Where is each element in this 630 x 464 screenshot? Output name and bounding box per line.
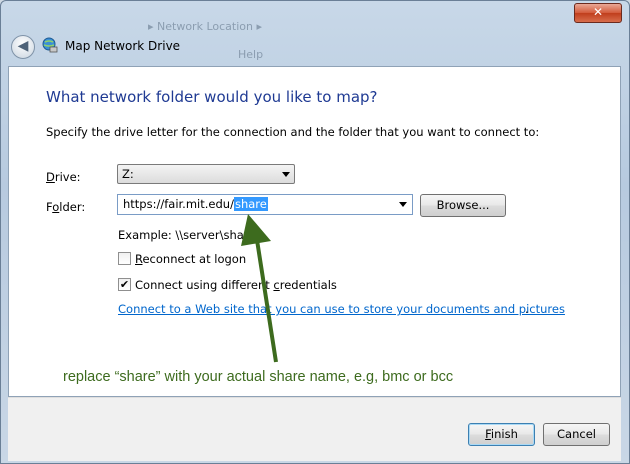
- drive-select[interactable]: Z:: [117, 164, 295, 184]
- content-panel: [8, 66, 621, 397]
- chevron-down-icon: [282, 172, 290, 177]
- close-icon: ✕: [592, 5, 604, 19]
- checkmark-icon: ✔: [119, 278, 130, 291]
- reconnect-label[interactable]: Reconnect at logon: [135, 252, 246, 266]
- annotation-text: replace “share” with your actual share n…: [63, 369, 454, 385]
- cancel-button[interactable]: Cancel: [543, 423, 610, 446]
- folder-label: Folder:: [46, 200, 86, 214]
- close-button[interactable]: ✕: [574, 3, 622, 23]
- back-arrow-icon: ◀: [17, 38, 29, 54]
- browse-button[interactable]: Browse...: [420, 194, 506, 217]
- reconnect-checkbox[interactable]: [118, 252, 131, 265]
- link-period: .: [525, 302, 529, 316]
- folder-input-value: https://fair.mit.edu/: [123, 197, 234, 211]
- folder-input[interactable]: https://fair.mit.edu/share: [117, 194, 413, 215]
- network-drive-icon: [42, 37, 58, 53]
- chevron-down-icon[interactable]: [399, 202, 407, 207]
- folder-selected-text: share: [233, 197, 268, 211]
- finish-button[interactable]: Finish: [468, 423, 535, 446]
- window-title: Map Network Drive: [65, 39, 181, 53]
- web-site-link[interactable]: Connect to a Web site that you can use t…: [118, 302, 565, 316]
- drive-select-value: Z:: [122, 167, 134, 181]
- instructions-text: Specify the drive letter for the connect…: [46, 125, 540, 139]
- credentials-checkbox[interactable]: ✔: [118, 278, 131, 291]
- example-text: Example: \\server\share: [118, 228, 256, 242]
- page-heading: What network folder would you like to ma…: [46, 88, 378, 106]
- credentials-label[interactable]: Connect using different credentials: [135, 278, 337, 292]
- drive-label: Drive:: [46, 170, 81, 184]
- background-window-text: Help: [238, 48, 264, 61]
- back-button[interactable]: ◀: [11, 35, 35, 59]
- background-window-breadcrumb: ▸ Network Location ▸: [148, 20, 262, 33]
